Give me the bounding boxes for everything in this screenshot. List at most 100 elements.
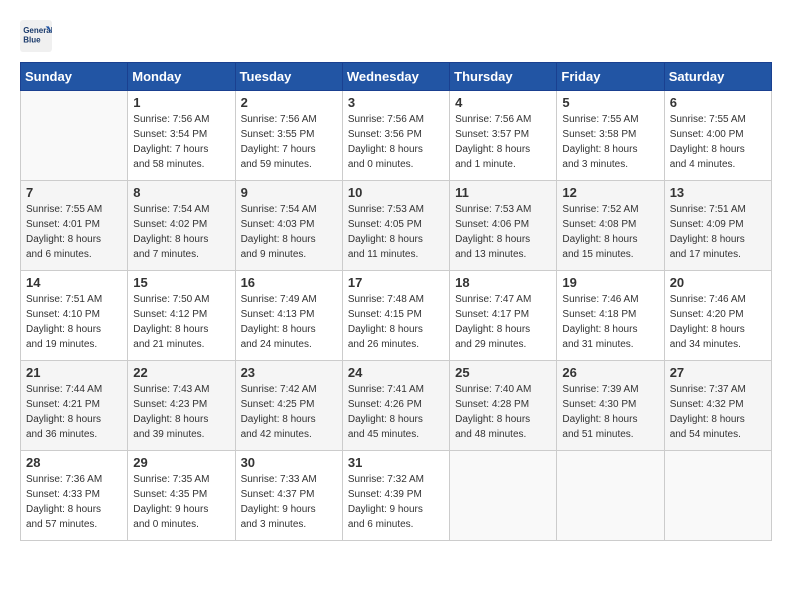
calendar-week-3: 14 Sunrise: 7:51 AM Sunset: 4:10 PM Dayli…	[21, 271, 772, 361]
day-number: 1	[133, 95, 229, 110]
day-info: Sunrise: 7:53 AM Sunset: 4:05 PM Dayligh…	[348, 202, 444, 262]
day-info: Sunrise: 7:50 AM Sunset: 4:12 PM Dayligh…	[133, 292, 229, 352]
day-info: Sunrise: 7:55 AM Sunset: 4:01 PM Dayligh…	[26, 202, 122, 262]
svg-text:Blue: Blue	[23, 35, 41, 44]
calendar-cell	[21, 91, 128, 181]
day-number: 22	[133, 365, 229, 380]
day-info: Sunrise: 7:51 AM Sunset: 4:10 PM Dayligh…	[26, 292, 122, 352]
day-info: Sunrise: 7:37 AM Sunset: 4:32 PM Dayligh…	[670, 382, 766, 442]
day-info: Sunrise: 7:55 AM Sunset: 3:58 PM Dayligh…	[562, 112, 658, 172]
day-number: 31	[348, 455, 444, 470]
day-number: 27	[670, 365, 766, 380]
calendar-cell: 27 Sunrise: 7:37 AM Sunset: 4:32 PM Dayli…	[664, 361, 771, 451]
page-header: General Blue	[20, 20, 772, 52]
day-number: 15	[133, 275, 229, 290]
calendar-cell: 6 Sunrise: 7:55 AM Sunset: 4:00 PM Daylig…	[664, 91, 771, 181]
calendar-cell: 7Sunrise: 7:55 AM Sunset: 4:01 PM Daylig…	[21, 181, 128, 271]
day-number: 23	[241, 365, 337, 380]
calendar-cell: 30 Sunrise: 7:33 AM Sunset: 4:37 PM Dayli…	[235, 451, 342, 541]
calendar-cell: 21 Sunrise: 7:44 AM Sunset: 4:21 PM Dayli…	[21, 361, 128, 451]
day-info: Sunrise: 7:56 AM Sunset: 3:54 PM Dayligh…	[133, 112, 229, 172]
day-info: Sunrise: 7:53 AM Sunset: 4:06 PM Dayligh…	[455, 202, 551, 262]
calendar-cell: 22 Sunrise: 7:43 AM Sunset: 4:23 PM Dayli…	[128, 361, 235, 451]
day-info: Sunrise: 7:56 AM Sunset: 3:57 PM Dayligh…	[455, 112, 551, 172]
day-number: 14	[26, 275, 122, 290]
day-number: 12	[562, 185, 658, 200]
day-number: 2	[241, 95, 337, 110]
day-number: 28	[26, 455, 122, 470]
day-info: Sunrise: 7:43 AM Sunset: 4:23 PM Dayligh…	[133, 382, 229, 442]
day-info: Sunrise: 7:33 AM Sunset: 4:37 PM Dayligh…	[241, 472, 337, 532]
day-number: 5	[562, 95, 658, 110]
calendar-cell: 23 Sunrise: 7:42 AM Sunset: 4:25 PM Dayli…	[235, 361, 342, 451]
day-number: 25	[455, 365, 551, 380]
calendar-cell: 31 Sunrise: 7:32 AM Sunset: 4:39 PM Dayli…	[342, 451, 449, 541]
calendar-week-5: 28 Sunrise: 7:36 AM Sunset: 4:33 PM Dayli…	[21, 451, 772, 541]
calendar-cell: 1 Sunrise: 7:56 AM Sunset: 3:54 PM Daylig…	[128, 91, 235, 181]
calendar-cell: 2 Sunrise: 7:56 AM Sunset: 3:55 PM Daylig…	[235, 91, 342, 181]
calendar-cell: 5 Sunrise: 7:55 AM Sunset: 3:58 PM Daylig…	[557, 91, 664, 181]
day-number: 17	[348, 275, 444, 290]
calendar-cell: 9 Sunrise: 7:54 AM Sunset: 4:03 PM Daylig…	[235, 181, 342, 271]
day-info: Sunrise: 7:44 AM Sunset: 4:21 PM Dayligh…	[26, 382, 122, 442]
day-info: Sunrise: 7:39 AM Sunset: 4:30 PM Dayligh…	[562, 382, 658, 442]
column-header-friday: Friday	[557, 63, 664, 91]
calendar-cell: 20 Sunrise: 7:46 AM Sunset: 4:20 PM Dayli…	[664, 271, 771, 361]
day-info: Sunrise: 7:42 AM Sunset: 4:25 PM Dayligh…	[241, 382, 337, 442]
calendar-cell: 8Sunrise: 7:54 AM Sunset: 4:02 PM Daylig…	[128, 181, 235, 271]
column-header-sunday: Sunday	[21, 63, 128, 91]
day-info: Sunrise: 7:46 AM Sunset: 4:20 PM Dayligh…	[670, 292, 766, 352]
calendar-week-1: 1 Sunrise: 7:56 AM Sunset: 3:54 PM Daylig…	[21, 91, 772, 181]
day-info: Sunrise: 7:32 AM Sunset: 4:39 PM Dayligh…	[348, 472, 444, 532]
day-number: 20	[670, 275, 766, 290]
day-info: Sunrise: 7:55 AM Sunset: 4:00 PM Dayligh…	[670, 112, 766, 172]
day-number: 13	[670, 185, 766, 200]
column-header-monday: Monday	[128, 63, 235, 91]
day-number: 8	[133, 185, 229, 200]
day-info: Sunrise: 7:48 AM Sunset: 4:15 PM Dayligh…	[348, 292, 444, 352]
column-header-tuesday: Tuesday	[235, 63, 342, 91]
calendar-table: SundayMondayTuesdayWednesdayThursdayFrid…	[20, 62, 772, 541]
day-number: 6	[670, 95, 766, 110]
calendar-cell: 26 Sunrise: 7:39 AM Sunset: 4:30 PM Dayli…	[557, 361, 664, 451]
calendar-cell: 24 Sunrise: 7:41 AM Sunset: 4:26 PM Dayli…	[342, 361, 449, 451]
calendar-cell: 18Sunrise: 7:47 AM Sunset: 4:17 PM Dayli…	[450, 271, 557, 361]
day-info: Sunrise: 7:41 AM Sunset: 4:26 PM Dayligh…	[348, 382, 444, 442]
day-info: Sunrise: 7:49 AM Sunset: 4:13 PM Dayligh…	[241, 292, 337, 352]
logo-icon: General Blue	[20, 20, 52, 52]
day-number: 16	[241, 275, 337, 290]
day-info: Sunrise: 7:36 AM Sunset: 4:33 PM Dayligh…	[26, 472, 122, 532]
column-header-saturday: Saturday	[664, 63, 771, 91]
day-number: 30	[241, 455, 337, 470]
day-info: Sunrise: 7:52 AM Sunset: 4:08 PM Dayligh…	[562, 202, 658, 262]
calendar-cell: 11 Sunrise: 7:53 AM Sunset: 4:06 PM Dayli…	[450, 181, 557, 271]
calendar-cell	[664, 451, 771, 541]
calendar-cell: 15 Sunrise: 7:50 AM Sunset: 4:12 PM Dayli…	[128, 271, 235, 361]
header-row: SundayMondayTuesdayWednesdayThursdayFrid…	[21, 63, 772, 91]
calendar-cell: 10 Sunrise: 7:53 AM Sunset: 4:05 PM Dayli…	[342, 181, 449, 271]
calendar-cell: 13 Sunrise: 7:51 AM Sunset: 4:09 PM Dayli…	[664, 181, 771, 271]
day-number: 24	[348, 365, 444, 380]
day-info: Sunrise: 7:56 AM Sunset: 3:55 PM Dayligh…	[241, 112, 337, 172]
calendar-cell: 28 Sunrise: 7:36 AM Sunset: 4:33 PM Dayli…	[21, 451, 128, 541]
calendar-week-2: 7Sunrise: 7:55 AM Sunset: 4:01 PM Daylig…	[21, 181, 772, 271]
calendar-cell: 29Sunrise: 7:35 AM Sunset: 4:35 PM Dayli…	[128, 451, 235, 541]
day-info: Sunrise: 7:46 AM Sunset: 4:18 PM Dayligh…	[562, 292, 658, 352]
calendar-cell	[450, 451, 557, 541]
logo: General Blue	[20, 20, 56, 52]
day-number: 29	[133, 455, 229, 470]
calendar-cell: 19Sunrise: 7:46 AM Sunset: 4:18 PM Dayli…	[557, 271, 664, 361]
column-header-wednesday: Wednesday	[342, 63, 449, 91]
day-number: 26	[562, 365, 658, 380]
day-info: Sunrise: 7:51 AM Sunset: 4:09 PM Dayligh…	[670, 202, 766, 262]
day-number: 10	[348, 185, 444, 200]
day-number: 11	[455, 185, 551, 200]
calendar-cell: 17 Sunrise: 7:48 AM Sunset: 4:15 PM Dayli…	[342, 271, 449, 361]
day-number: 4	[455, 95, 551, 110]
calendar-cell: 14 Sunrise: 7:51 AM Sunset: 4:10 PM Dayli…	[21, 271, 128, 361]
day-info: Sunrise: 7:56 AM Sunset: 3:56 PM Dayligh…	[348, 112, 444, 172]
day-number: 21	[26, 365, 122, 380]
day-number: 9	[241, 185, 337, 200]
calendar-cell: 3Sunrise: 7:56 AM Sunset: 3:56 PM Daylig…	[342, 91, 449, 181]
day-info: Sunrise: 7:54 AM Sunset: 4:03 PM Dayligh…	[241, 202, 337, 262]
